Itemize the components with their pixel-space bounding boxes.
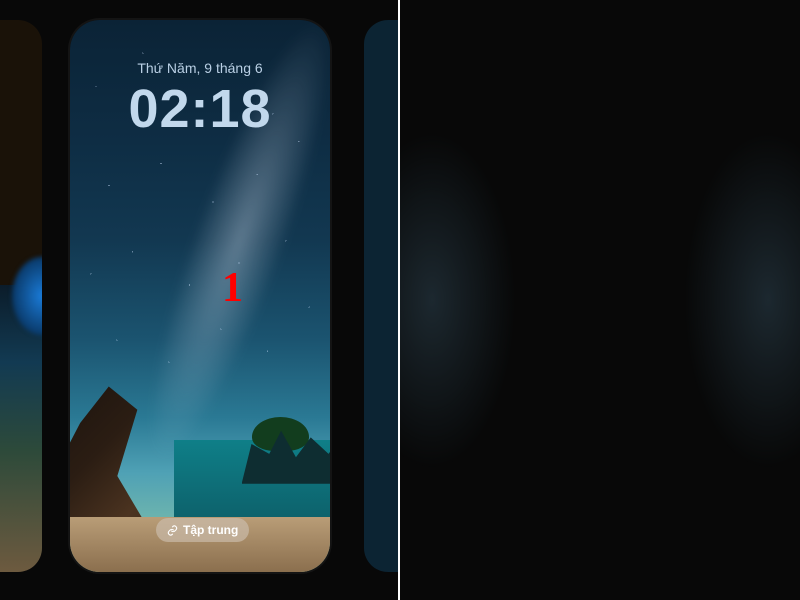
link-icon (167, 525, 178, 536)
lockscreen-date: Thứ Năm, 9 tháng 6 (70, 60, 330, 76)
lockscreen-time: 02:18 (70, 78, 330, 140)
next-wallpaper-peek[interactable] (364, 20, 398, 572)
focus-pill[interactable]: Tập trung (156, 518, 249, 542)
prev-wallpaper-peek[interactable] (0, 20, 42, 572)
step-2-panel: Thứ Năm, 9 tháng 6 02:18 Tập trung 2 Xóa… (400, 0, 800, 600)
focus-pill-label: Tập trung (183, 523, 238, 537)
step-number-1: 1 (222, 264, 243, 312)
lockscreen-preview-1[interactable]: Thứ Năm, 9 tháng 6 02:18 Tập trung (70, 20, 330, 572)
step-1-panel: Thứ Năm, 9 tháng 6 02:18 Tập trung 1 (0, 0, 398, 600)
